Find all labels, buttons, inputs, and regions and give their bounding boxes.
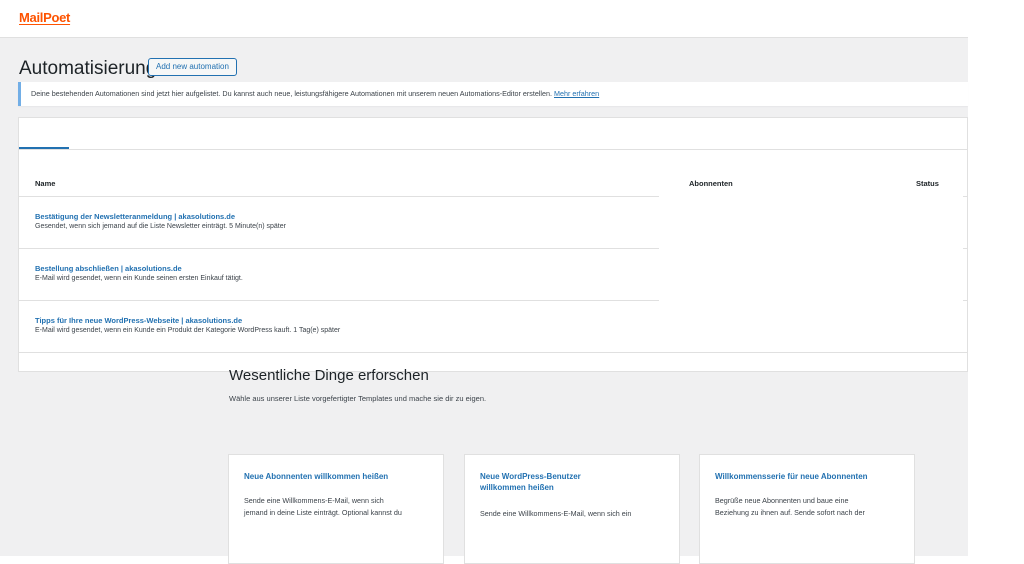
card-description: Sende eine Willkommens-E-Mail, wenn sich…: [480, 508, 670, 520]
loading-placeholder: [659, 190, 963, 338]
card-title: Neue Abonnenten willkommen heißen: [244, 472, 389, 481]
automation-description: Gesendet, wenn sich jemand auf die Liste…: [35, 223, 286, 230]
learn-more-link[interactable]: Mehr erfahren: [554, 89, 599, 98]
column-name: Name: [35, 179, 56, 188]
card-description-line: Begrüße neue Abonnenten und baue eine: [715, 496, 849, 505]
automation-title-link[interactable]: Tipps für Ihre neue WordPress-Webseite |…: [35, 316, 242, 325]
template-card-welcome-subscribers[interactable]: Neue Abonnenten willkommen heißen Sende …: [228, 454, 444, 564]
card-description-line: jemand in deine Liste einträgt. Optional…: [244, 508, 402, 517]
card-description: Begrüße neue Abonnenten und baue eine Be…: [715, 495, 905, 519]
card-title: Neue WordPress-Benutzer willkommen heiße…: [480, 471, 650, 493]
explore-subtitle: Wähle aus unserer Liste vorgefertigter T…: [229, 394, 487, 403]
mailpoet-logo[interactable]: MailPoet: [19, 10, 70, 25]
card-description-line: Sende eine Willkommens-E-Mail, wenn sich: [244, 496, 384, 505]
info-notice: Deine bestehenden Automationen sind jetz…: [18, 82, 968, 106]
explore-title: Wesentliche Dinge erforschen: [229, 367, 429, 384]
top-bar: MailPoet: [0, 0, 968, 38]
automation-title-link[interactable]: Bestätigung der Newsletteranmeldung | ak…: [35, 212, 235, 221]
active-tab-indicator[interactable]: [19, 147, 69, 149]
card-description-line: Beziehung zu ihnen auf. Sende sofort nac…: [715, 508, 865, 517]
automation-description: E-Mail wird gesendet, wenn ein Kunde ein…: [35, 327, 341, 334]
tab-bar: [19, 118, 967, 150]
card-title-line: Neue WordPress-Benutzer: [480, 472, 581, 481]
card-description: Sende eine Willkommens-E-Mail, wenn sich…: [244, 495, 434, 519]
column-subscribers: Abonnenten: [689, 179, 733, 188]
column-status: Status: [916, 179, 939, 188]
automations-panel: Name Abonnenten Status Bestätigung der N…: [18, 117, 968, 372]
template-card-welcome-series[interactable]: Willkommensserie für neue Abonnenten Beg…: [699, 454, 915, 564]
add-new-automation-button[interactable]: Add new automation: [148, 58, 237, 76]
card-title: Willkommensserie für neue Abonnenten: [715, 472, 868, 481]
template-card-welcome-wp-users[interactable]: Neue WordPress-Benutzer willkommen heiße…: [464, 454, 680, 564]
card-title-line: willkommen heißen: [480, 483, 554, 492]
automation-description: E-Mail wird gesendet, wenn ein Kunde sei…: [35, 275, 243, 282]
automation-title-link[interactable]: Bestellung abschließen | akasolutions.de: [35, 264, 182, 273]
card-description-line: Sende eine Willkommens-E-Mail, wenn sich…: [480, 509, 632, 518]
notice-text: Deine bestehenden Automationen sind jetz…: [31, 89, 555, 98]
